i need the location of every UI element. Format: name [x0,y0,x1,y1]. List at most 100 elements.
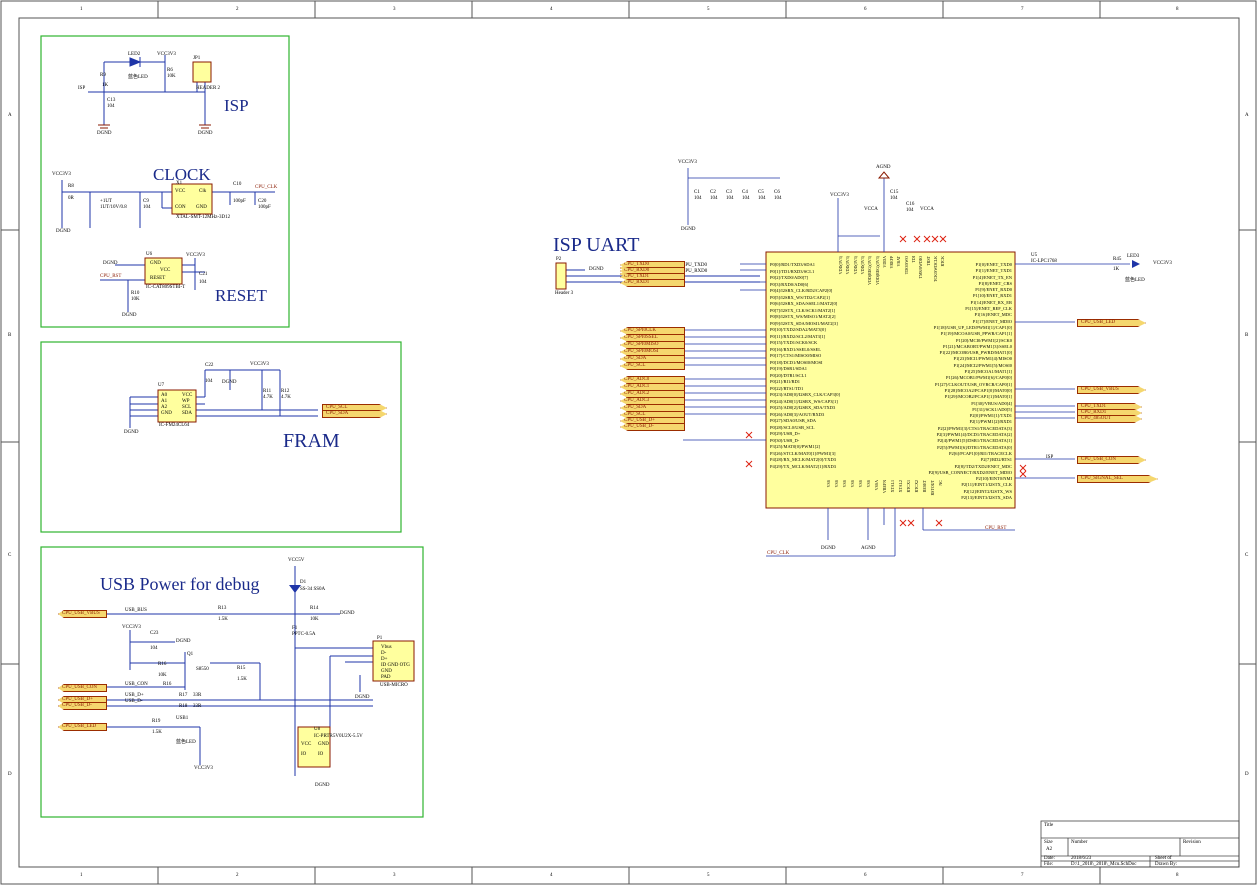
mcu-top-pin: VBAT [896,256,902,267]
x1-pin-gnd: GND [196,205,207,210]
usb-power-title: USB Power for debug [100,574,260,594]
p1-pin-gnd: GND [381,669,392,674]
p1-pin-id: ID GND OTG [381,663,410,668]
mcu-agnd-bottom: AGND [861,546,876,551]
jp1-name: HEADER 2 [196,86,221,91]
led2-ref: LED2 [128,52,141,57]
c21-value: 104 [199,280,207,285]
isp-grounds [98,124,211,129]
r9-value: 1K [102,83,109,88]
usb-led-vcc: VCC3V3 [194,766,213,771]
mcu-agnd-top: AGND [876,165,891,170]
usb1-led-color: 蓝色LED [176,740,196,745]
schematic-sheet: 1 2 3 4 5 6 7 8 1 2 3 4 5 6 7 8 A B C D … [0,0,1257,885]
mcu-top-pin: TRST [925,256,931,266]
led2-color: 蓝色LED [128,75,148,80]
net-cpu-usb-led: CPU_USB_LED [58,723,107,731]
c9-ref: C9 [143,199,149,204]
clock-gnd: DGND [56,229,71,234]
r6-value: 10K [167,74,176,79]
zone-col-3-bottom: 3 [393,873,396,878]
x1-pin-clk: Clk [199,189,207,194]
u5-part: IC-LPC1768 [1031,259,1057,264]
net-cpu-usb-led-mcu: CPU_USB_LED [1077,319,1146,327]
zone-col-4: 4 [550,7,553,12]
f1-ref: F1 [292,626,298,631]
fram-title: FRAM [283,430,340,452]
fram-gnd-1: DGND [222,380,237,385]
reset-gnd-2: DGND [122,313,137,318]
c22-ref: C22 [205,363,214,368]
zone-col-2: 2 [236,7,239,12]
r8-ref: R8 [68,184,74,189]
c5-ref: C5 [758,190,764,195]
zone-col-5: 5 [707,7,710,12]
usb-gnd-3: DGND [355,695,370,700]
title-block-date: Date: [1044,856,1055,861]
mcu-left-net: CPU_ADC3 [620,397,685,405]
c10-ref: C10 [233,182,242,187]
mcu-top-pin: VDDA [881,256,887,268]
fram-gnd-2: DGND [124,430,139,435]
u6-pin-vcc: VCC [160,268,171,273]
zone-row-d-right: D [1245,772,1249,777]
mcu-top-pin: VDD(REG)(3V3) [874,256,880,285]
r12-value: 4.7K [281,395,291,400]
zone-col-2-bottom: 2 [236,873,239,878]
mcu-right-pin: P2[13]/EINT3/I2STX_SDA [961,494,1012,500]
mcu-bottom-pin: VSS [834,480,839,488]
c15-value: 104 [890,196,898,201]
c2-value: 104 [710,196,718,201]
r45-value: 1K [1113,267,1120,272]
c6-ref: C6 [774,190,780,195]
c4-ref: C4 [742,190,748,195]
mcu-left-pin: P4[29]/TX_MCLK/MAT2[1]/RXD3 [770,463,836,469]
isp-gnd-1: DGND [97,131,112,136]
led3-ref: LED3 [1127,254,1140,259]
q1-ref: Q1 [187,652,194,657]
p1-ref: P1 [377,636,383,641]
usb-dm-label: USB_D- [125,699,143,704]
mcu-right-pin: P2[5]/PWM1[6]/DTR1/TRACEDATA[0] [937,444,1012,450]
mcu-bottom-pin: VSS [866,480,871,488]
mcu-top-pin: VDD(3V3) [859,256,865,275]
mcu-cap-gnd: DGND [681,227,696,232]
title-block-title: Title [1044,823,1054,828]
p1-part: USB-MICRO [380,683,408,688]
u8-ref: U8 [314,727,321,732]
net-cpu-usb-con: CPU_USB_CON [58,684,107,692]
c23-value: 104 [150,646,158,651]
c-bulk-value: 1UT/10V/0.8 [100,205,127,210]
mcu-bottom-pin: RSTOUT [930,480,935,496]
mcu-right-pin: P2[4]/PWM1[5]/DSR1/TRACEDATA[1] [937,438,1012,444]
u8-pin-gnd: GND [318,742,329,747]
mcu-left-net: CPU_SPI0CLK [620,327,685,335]
mcu-rst-net: CPU_RST [985,526,1007,531]
mcu-left-net: CPU_SDA [620,404,685,412]
u8-pin-vcc: VCC [301,742,312,747]
mcu-bottom-pin: RTCX1 [906,480,911,493]
zone-col-6-bottom: 6 [864,873,867,878]
mcu-left-net: CPU_ADC1 [620,383,685,391]
mcu-left-pin: P0[23]/AD0[0]/I2SRX_CLK/CAP3[0] [770,392,841,397]
zone-row-c: C [8,553,12,558]
d1-part: SS-34 SS0A [300,587,326,592]
mcu-left-net: CPU_SPI0MOSI [620,348,685,356]
zone-col-7: 7 [1021,7,1024,12]
u6-pin-gnd: GND [150,261,161,266]
mcu-vcc: VCC3V3 [830,193,849,198]
zone-col-1-bottom: 1 [80,873,83,878]
title-block-number: Number [1071,840,1088,845]
q1-part: S8550 [196,667,209,672]
r6-ref: R6 [167,68,173,73]
x1-pin-vcc: VCC [175,189,186,194]
p1-pin-dp: D+ [381,657,388,662]
usb-vcc5: VCC5V [288,558,305,563]
r18-value: 33R [193,704,202,709]
p2-part: Header 3 [555,291,574,296]
title-block-file: File: [1044,862,1054,867]
zone-row-a: A [8,113,12,118]
usb-vcc3v3: VCC3V3 [122,625,141,630]
mcu-right-pin: P1[19]/MCOA0/USB_PPWR/CAP1[1] [940,331,1012,337]
net-cpu-485out-mcu: CPU_485OUT [1077,415,1142,423]
